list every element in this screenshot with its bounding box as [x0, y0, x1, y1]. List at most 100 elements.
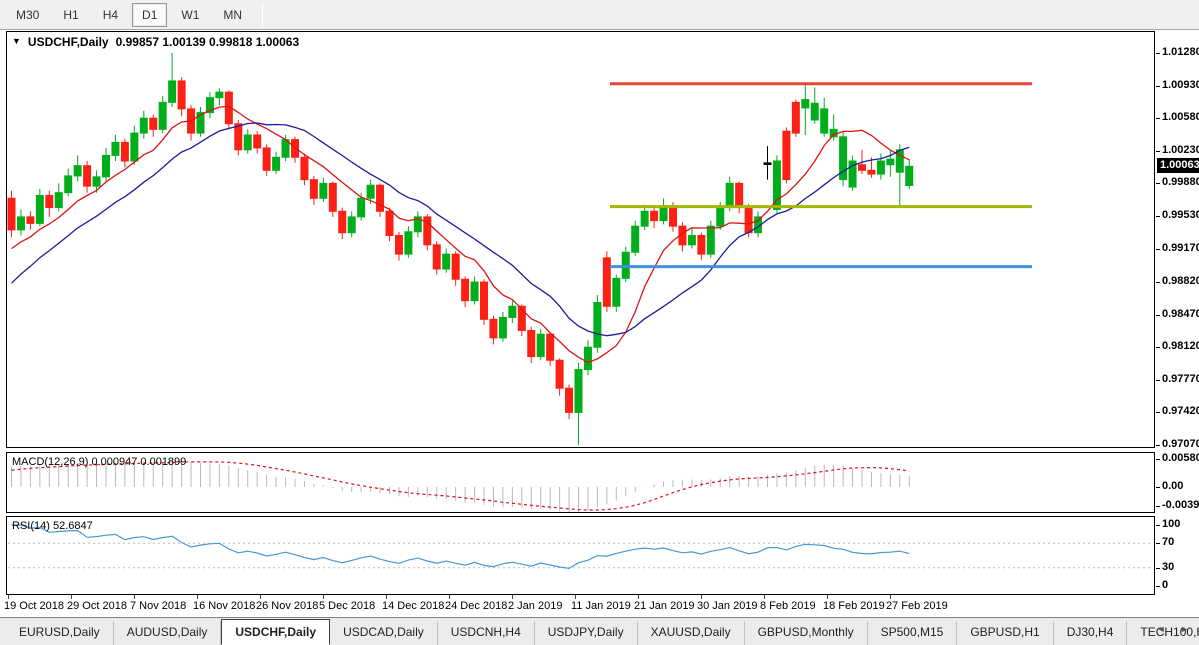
- chart-ohlc-values: 0.99857 1.00139 0.99818 1.00063: [116, 35, 300, 49]
- rsi-label: RSI(14) 52.6847: [12, 520, 93, 532]
- price-tick-label-tick: [1156, 53, 1160, 54]
- price-tick-label-tick: [1156, 86, 1160, 87]
- symbol-tab-usdjpy[interactable]: USDJPY,Daily: [535, 621, 638, 645]
- price-tick-label-tick: [1156, 315, 1160, 316]
- date-label: 5 Dec 2018: [319, 600, 375, 612]
- price-tick-label: 1.01280: [1162, 46, 1199, 58]
- symbol-tab-eurusd[interactable]: EURUSD,Daily: [6, 621, 114, 645]
- date-tick: [134, 595, 135, 599]
- chart-title: ▼ USDCHF,Daily 0.99857 1.00139 0.99818 1…: [12, 35, 299, 49]
- date-tick: [638, 595, 639, 599]
- price-tick-label-tick: [1156, 445, 1160, 446]
- rsi-tick-label: 70: [1162, 536, 1174, 548]
- date-label: 26 Nov 2018: [256, 600, 318, 612]
- date-tick: [764, 595, 765, 599]
- date-label: 18 Feb 2019: [823, 600, 885, 612]
- date-label: 19 Oct 2018: [4, 600, 64, 612]
- price-tick-label-tick: [1156, 412, 1160, 413]
- price-tick-label-tick: [1156, 118, 1160, 119]
- chart-symbol-label: USDCHF,Daily: [28, 35, 109, 49]
- macd-panel[interactable]: MACD(12,26,9) 0.000947 0.001899: [6, 452, 1155, 513]
- date-label: 29 Oct 2018: [67, 600, 127, 612]
- symbol-tab-gbpusd[interactable]: GBPUSD,Monthly: [745, 621, 868, 645]
- rsi-tick-label-tick: [1156, 543, 1160, 544]
- macd-tick-label-tick: [1156, 487, 1160, 488]
- date-label: 16 Nov 2018: [193, 600, 255, 612]
- date-tick: [575, 595, 576, 599]
- toolbar-separator: [262, 3, 263, 27]
- date-label: 27 Feb 2019: [886, 600, 948, 612]
- trading-app-window: M30H1H4D1W1MN ▼ USDCHF,Daily 0.99857 1.0…: [0, 0, 1199, 645]
- symbol-tab-usdchf[interactable]: USDCHF,Daily: [221, 619, 330, 645]
- chart-dropdown-icon[interactable]: ▼: [12, 36, 21, 46]
- macd-tick-label: 0.005802: [1162, 452, 1199, 464]
- date-label: 8 Feb 2019: [760, 600, 816, 612]
- price-tick-label: 0.99530: [1162, 209, 1199, 221]
- symbol-tab-audusd[interactable]: AUDUSD,Daily: [114, 621, 222, 645]
- date-tick: [260, 595, 261, 599]
- symbol-tab-sp500[interactable]: SP500,M15: [868, 621, 958, 645]
- price-tick-label: 1.00230: [1162, 144, 1199, 156]
- symbol-tab-dj30[interactable]: DJ30,H4: [1054, 621, 1128, 645]
- date-label: 30 Jan 2019: [697, 600, 758, 612]
- symbol-tab-bar: EURUSD,DailyAUDUSD,DailyUSDCHF,DailyUSDC…: [0, 617, 1199, 645]
- date-label: 24 Dec 2018: [445, 600, 507, 612]
- date-tick: [449, 595, 450, 599]
- date-tick: [512, 595, 513, 599]
- rsi-tick-label: 0: [1162, 579, 1168, 591]
- timeframe-button-d1[interactable]: D1: [132, 3, 167, 27]
- timeframe-button-h1[interactable]: H1: [53, 3, 88, 27]
- date-label: 11 Jan 2019: [571, 600, 631, 612]
- date-tick: [890, 595, 891, 599]
- rsi-tick-label-tick: [1156, 568, 1160, 569]
- timeframe-button-w1[interactable]: W1: [171, 3, 209, 27]
- price-tick-label: 1.00930: [1162, 79, 1199, 91]
- price-chart-panel[interactable]: ▼ USDCHF,Daily 0.99857 1.00139 0.99818 1…: [6, 31, 1155, 448]
- macd-tick-label-tick: [1156, 506, 1160, 507]
- rsi-tick-label: 30: [1162, 561, 1174, 573]
- rsi-tick-label-tick: [1156, 586, 1160, 587]
- price-tick-label: 0.98120: [1162, 340, 1199, 352]
- rsi-tick-label-tick: [1156, 525, 1160, 526]
- date-tick: [701, 595, 702, 599]
- date-tick: [197, 595, 198, 599]
- date-axis: 19 Oct 201829 Oct 20187 Nov 2018 16 Nov 2…: [0, 595, 1199, 617]
- candlestick-chart[interactable]: [7, 32, 1154, 447]
- symbol-tab-gbpusd[interactable]: GBPUSD,H1: [957, 621, 1053, 645]
- price-tick-label-tick: [1156, 282, 1160, 283]
- symbol-tab-usdcnh[interactable]: USDCNH,H4: [438, 621, 535, 645]
- date-label: 2 Jan 2019: [508, 600, 562, 612]
- price-tick-label-tick: [1156, 216, 1160, 217]
- price-tick-label-tick: [1156, 183, 1160, 184]
- date-label: 21 Jan 2019: [634, 600, 695, 612]
- rsi-chart[interactable]: [7, 517, 1154, 594]
- price-tick-label: 0.97070: [1162, 438, 1199, 450]
- price-tick-label: 0.97770: [1162, 373, 1199, 385]
- macd-label: MACD(12,26,9) 0.000947 0.001899: [12, 456, 186, 468]
- date-tick: [8, 595, 9, 599]
- date-label: 7 Nov 2018: [130, 600, 186, 612]
- timeframe-button-m30[interactable]: M30: [6, 3, 49, 27]
- date-tick: [827, 595, 828, 599]
- macd-tick-label: -0.003945: [1162, 499, 1199, 511]
- price-tick-label: 1.00580: [1162, 111, 1199, 123]
- date-tick: [323, 595, 324, 599]
- timeframe-button-mn[interactable]: MN: [213, 3, 252, 27]
- date-label: 14 Dec 2018: [382, 600, 444, 612]
- timeframe-button-h4[interactable]: H4: [93, 3, 128, 27]
- current-price-tag: 1.00063: [1157, 158, 1199, 173]
- chart-window: ▼ USDCHF,Daily 0.99857 1.00139 0.99818 1…: [0, 30, 1199, 645]
- price-tick-label: 0.98820: [1162, 275, 1199, 287]
- symbol-tab-xauusd[interactable]: XAUUSD,Daily: [638, 621, 745, 645]
- symbol-tab-usdcad[interactable]: USDCAD,Daily: [330, 621, 438, 645]
- price-tick-label: 0.98470: [1162, 308, 1199, 320]
- tab-scroll-arrows[interactable]: ◄ ►: [1157, 624, 1195, 634]
- price-tick-label-tick: [1156, 151, 1160, 152]
- rsi-tick-label: 100: [1162, 518, 1180, 530]
- timeframe-toolbar: M30H1H4D1W1MN: [0, 0, 1199, 30]
- price-tick-label: 0.99170: [1162, 242, 1199, 254]
- date-tick: [386, 595, 387, 599]
- price-tick-label: 0.99880: [1162, 176, 1199, 188]
- rsi-panel[interactable]: RSI(14) 52.6847: [6, 516, 1155, 595]
- price-tick-label-tick: [1156, 249, 1160, 250]
